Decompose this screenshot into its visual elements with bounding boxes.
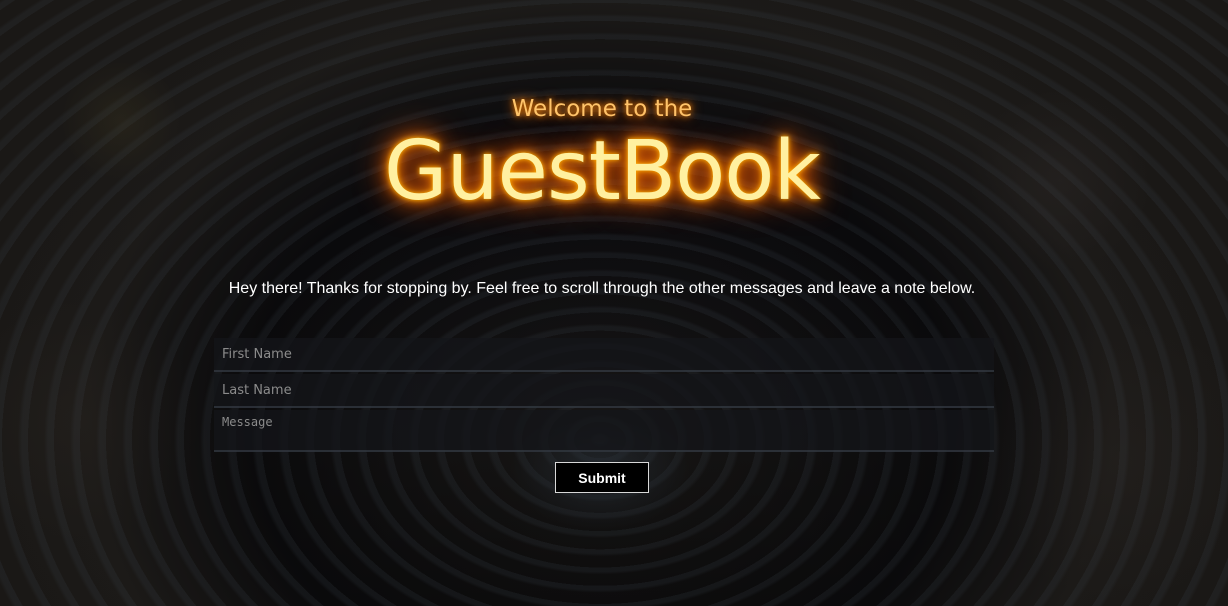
last-name-input[interactable] [214,374,994,408]
first-name-input[interactable] [214,338,994,372]
submit-button[interactable]: Submit [555,462,649,493]
guestbook-page: Welcome to the GuestBook Hey there! Than… [0,0,1228,606]
page-title: GuestBook [384,124,821,219]
message-textarea[interactable] [214,410,994,452]
welcome-heading: Welcome to the [511,96,693,122]
intro-text: Hey there! Thanks for stopping by. Feel … [228,280,976,297]
guestbook-form [214,338,994,452]
